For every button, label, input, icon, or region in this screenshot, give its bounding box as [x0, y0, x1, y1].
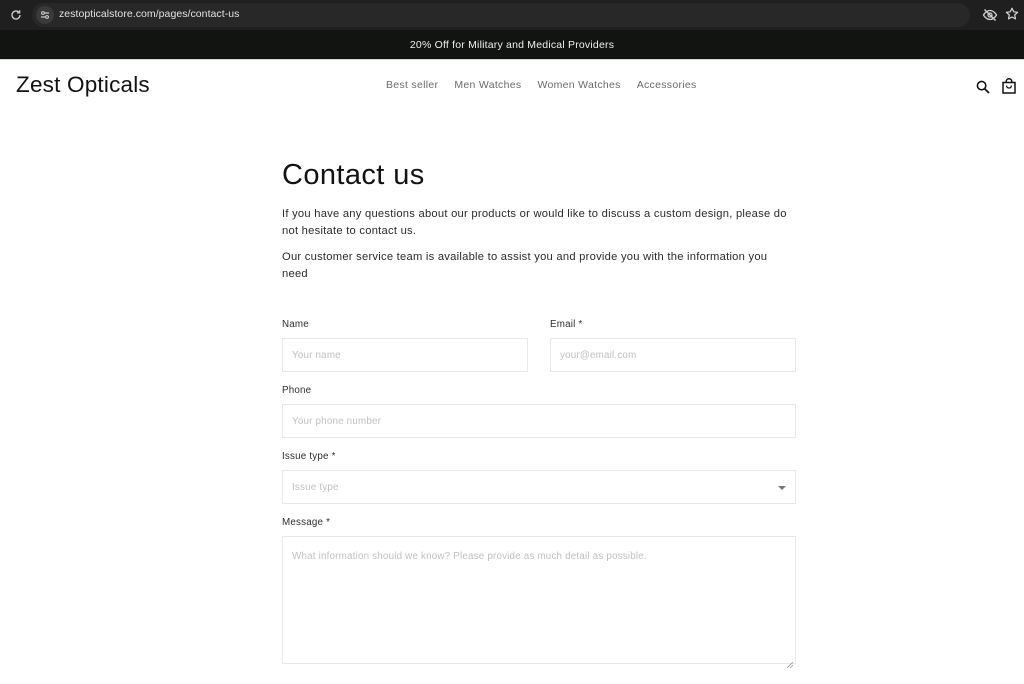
chevron-down-icon — [778, 486, 786, 490]
shopping-bag-icon[interactable] — [1000, 77, 1018, 95]
contact-section: Contact us If you have any questions abo… — [282, 150, 796, 283]
store-logo[interactable]: Zest Opticals — [16, 72, 150, 98]
resize-handle-icon[interactable] — [786, 655, 794, 669]
message-textarea[interactable]: What information should we know? Please … — [282, 536, 796, 669]
announcement-text: 20% Off for Military and Medical Provide… — [409, 38, 615, 51]
search-icon[interactable] — [974, 78, 992, 96]
email-label: Email * — [550, 319, 583, 330]
name-label: Name — [282, 319, 309, 330]
url-text[interactable]: zestopticalstore.com/pages/contact-us — [59, 8, 239, 20]
message-placeholder: What information should we know? Please … — [292, 551, 647, 562]
nav-men-watches[interactable]: Men Watches — [454, 79, 521, 91]
intro-text: If you have any questions about our prod… — [282, 206, 796, 283]
browser-toolbar: zestopticalstore.com/pages/contact-us — [0, 0, 1024, 30]
site-info-icon[interactable] — [36, 6, 54, 24]
email-field[interactable]: your@email.com — [550, 338, 796, 372]
reload-icon[interactable] — [8, 7, 24, 23]
star-icon[interactable] — [1005, 7, 1019, 23]
email-placeholder: your@email.com — [560, 349, 637, 361]
phone-label: Phone — [282, 385, 312, 396]
phone-placeholder: Your phone number — [292, 415, 382, 427]
issue-type-select[interactable]: Issue type — [282, 470, 796, 504]
name-placeholder: Your name — [292, 349, 341, 361]
name-field[interactable]: Your name — [282, 338, 528, 372]
message-label: Message * — [282, 517, 331, 528]
site-header: Zest Opticals Best seller Men Watches Wo… — [0, 60, 1024, 112]
announcement-bar: 20% Off for Military and Medical Provide… — [0, 30, 1024, 59]
issue-type-placeholder: Issue type — [292, 481, 339, 493]
nav-accessories[interactable]: Accessories — [637, 79, 697, 91]
nav-women-watches[interactable]: Women Watches — [537, 79, 620, 91]
intro-paragraph: If you have any questions about our prod… — [282, 208, 787, 237]
nav-best-seller[interactable]: Best seller — [386, 79, 438, 91]
intro-paragraph: Our customer service team is available t… — [282, 251, 768, 280]
eye-off-icon[interactable] — [982, 7, 998, 23]
page-title: Contact us — [282, 159, 425, 191]
issue-type-label: Issue type * — [282, 451, 336, 462]
main-nav: Best seller Men Watches Women Watches Ac… — [378, 79, 705, 91]
phone-field[interactable]: Your phone number — [282, 404, 796, 438]
